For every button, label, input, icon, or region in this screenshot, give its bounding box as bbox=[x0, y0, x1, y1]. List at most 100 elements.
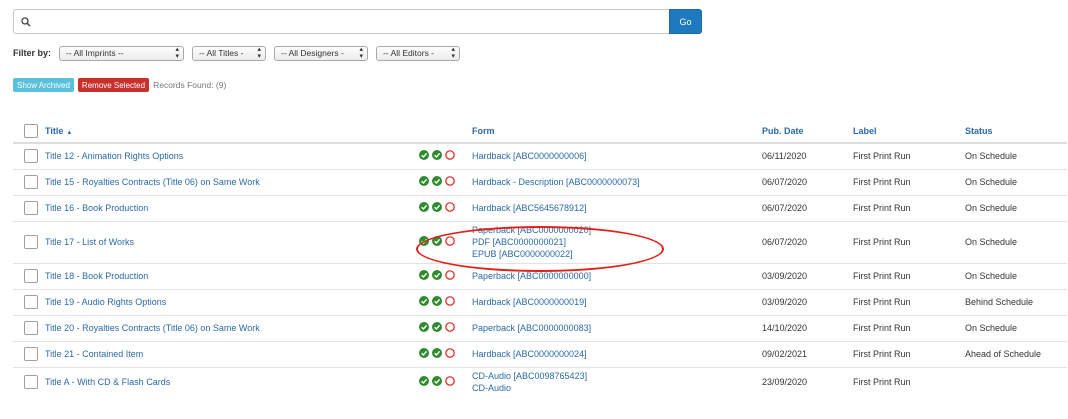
title-link[interactable]: Title 21 - Contained Item bbox=[45, 349, 143, 359]
check-circle-icon bbox=[432, 270, 442, 282]
table-header: Title ▲ Form Pub. Date Label Status bbox=[13, 119, 1067, 144]
form-link[interactable]: CD-Audio bbox=[472, 382, 762, 394]
row-checkbox[interactable] bbox=[24, 295, 38, 309]
remove-selected-button[interactable]: Remove Selected bbox=[77, 78, 150, 92]
check-circle-icon bbox=[432, 176, 442, 188]
row-select-cell bbox=[13, 366, 45, 397]
row-select-cell bbox=[13, 314, 45, 341]
editors-select[interactable]: -- All Editors - ▴ ▾ bbox=[376, 45, 461, 61]
title-header[interactable]: Title ▲ bbox=[45, 119, 419, 144]
row-checkbox[interactable] bbox=[24, 347, 38, 361]
pub-date-cell: 06/11/2020 bbox=[762, 142, 853, 169]
form-link[interactable]: Paperback [ABC0000000000] bbox=[472, 270, 762, 282]
form-link[interactable]: Hardback [ABC0000000006] bbox=[472, 150, 762, 162]
title-link[interactable]: Title 18 - Book Production bbox=[45, 271, 148, 281]
filter-label: Filter by: bbox=[13, 48, 52, 58]
select-all-checkbox[interactable] bbox=[24, 123, 38, 138]
status-cell: On Schedule bbox=[965, 314, 1067, 341]
row-checkbox[interactable] bbox=[24, 175, 38, 189]
form-link[interactable]: Hardback [ABC0000000019] bbox=[472, 296, 762, 308]
row-checkbox[interactable] bbox=[24, 269, 38, 283]
row-checkbox[interactable] bbox=[24, 235, 38, 249]
title-link[interactable]: Title 16 - Book Production bbox=[45, 203, 148, 213]
form-cell: Paperback [ABC0000000020] PDF [ABC0000000… bbox=[472, 220, 762, 263]
row-checkbox[interactable] bbox=[24, 375, 38, 390]
select-all-cell bbox=[13, 119, 45, 144]
search-bar: Go bbox=[13, 9, 702, 34]
empty-circle-icon bbox=[445, 322, 455, 334]
search-input[interactable] bbox=[38, 13, 658, 31]
check-circle-icon bbox=[432, 322, 442, 334]
table-row: Title 16 - Book Production Hardback [ABC5… bbox=[13, 194, 1067, 221]
label-cell: First Print Run bbox=[853, 340, 965, 367]
imprints-select[interactable]: -- All Imprints -- ▴ ▾ bbox=[59, 45, 185, 61]
check-circle-icon bbox=[419, 296, 429, 308]
form-link[interactable]: Paperback [ABC0000000083] bbox=[472, 322, 762, 334]
pub-date-cell: 09/02/2021 bbox=[762, 340, 853, 367]
form-header[interactable]: Form bbox=[472, 119, 762, 144]
form-link[interactable]: EPUB [ABC0000000022] bbox=[472, 248, 762, 260]
sort-ascending-icon: ▲ bbox=[66, 129, 73, 136]
pub-date-cell: 06/07/2020 bbox=[762, 220, 853, 263]
row-select-cell bbox=[13, 168, 45, 195]
label-cell: First Print Run bbox=[853, 194, 965, 221]
table-row: Title 19 - Audio Rights Options Hardback … bbox=[13, 288, 1067, 315]
check-circle-icon bbox=[432, 202, 442, 214]
show-archived-button[interactable]: Show Archived bbox=[13, 78, 74, 92]
pub-date-cell: 06/07/2020 bbox=[762, 168, 853, 195]
label-cell: First Print Run bbox=[853, 314, 965, 341]
row-checkbox[interactable] bbox=[24, 149, 38, 164]
form-link[interactable]: Hardback [ABC0000000024] bbox=[472, 348, 762, 360]
status-cell: On Schedule bbox=[965, 262, 1067, 289]
table-row: Title 20 - Royalties Contracts (Title 06… bbox=[13, 314, 1067, 341]
status-header[interactable]: Status bbox=[965, 119, 1067, 144]
form-link[interactable]: Hardback - Description [ABC0000000073] bbox=[472, 176, 762, 188]
check-circle-icon bbox=[432, 150, 442, 162]
form-link[interactable]: CD-Audio [ABC0098765423] bbox=[472, 370, 762, 382]
label-cell: First Print Run bbox=[853, 366, 965, 397]
table-row: Title 18 - Book Production Paperback [ABC… bbox=[13, 262, 1067, 289]
title-link[interactable]: Title 17 - List of Works bbox=[45, 237, 134, 247]
row-checkbox[interactable] bbox=[24, 321, 38, 335]
title-link[interactable]: Title A - With CD & Flash Cards bbox=[45, 377, 170, 387]
check-circle-icon bbox=[432, 376, 442, 388]
status-cell: On Schedule bbox=[965, 220, 1067, 263]
empty-circle-icon bbox=[445, 270, 455, 282]
go-button[interactable]: Go bbox=[669, 9, 702, 34]
designers-select[interactable]: -- All Designers - ▴ ▾ bbox=[274, 45, 369, 61]
status-cell: On Schedule bbox=[965, 194, 1067, 221]
table-row: Title A - With CD & Flash Cards CD-Audio … bbox=[13, 366, 1067, 397]
status-cell bbox=[965, 366, 1067, 397]
empty-circle-icon bbox=[445, 296, 455, 308]
title-link[interactable]: Title 19 - Audio Rights Options bbox=[45, 297, 166, 307]
pub-date-header[interactable]: Pub. Date bbox=[762, 119, 853, 144]
check-circle-icon bbox=[432, 236, 442, 248]
select-arrows-icon: ▴ ▾ bbox=[257, 46, 262, 60]
label-header[interactable]: Label bbox=[853, 119, 965, 144]
select-arrows-icon: ▴ ▾ bbox=[451, 46, 456, 60]
status-icons-cell bbox=[419, 194, 472, 221]
empty-circle-icon bbox=[445, 176, 455, 188]
check-circle-icon bbox=[419, 176, 429, 188]
form-link[interactable]: PDF [ABC0000000021] bbox=[472, 236, 762, 248]
empty-circle-icon bbox=[445, 348, 455, 360]
empty-circle-icon bbox=[445, 236, 455, 248]
form-link[interactable]: Hardback [ABC5645678912] bbox=[472, 202, 762, 214]
row-checkbox[interactable] bbox=[24, 201, 38, 215]
title-link[interactable]: Title 15 - Royalties Contracts (Title 06… bbox=[45, 177, 260, 187]
title-link[interactable]: Title 12 - Animation Rights Options bbox=[45, 151, 183, 161]
form-link[interactable]: Paperback [ABC0000000020] bbox=[472, 224, 762, 236]
title-cell: Title 18 - Book Production bbox=[45, 262, 419, 289]
title-cell: Title 17 - List of Works bbox=[45, 220, 419, 263]
pub-date-cell: 03/09/2020 bbox=[762, 288, 853, 315]
titles-select[interactable]: -- All Titles - ▴ ▾ bbox=[192, 45, 267, 61]
status-cell: On Schedule bbox=[965, 168, 1067, 195]
table-row: Title 12 - Animation Rights Options Hardb… bbox=[13, 142, 1067, 169]
select-arrows-icon: ▴ ▾ bbox=[359, 46, 364, 60]
form-cell: Hardback [ABC0000000006] bbox=[472, 142, 762, 169]
title-link[interactable]: Title 20 - Royalties Contracts (Title 06… bbox=[45, 323, 260, 333]
records-found: Records Found: (9) bbox=[153, 80, 227, 90]
pub-date-cell: 06/07/2020 bbox=[762, 194, 853, 221]
title-cell: Title 12 - Animation Rights Options bbox=[45, 142, 419, 169]
title-cell: Title 19 - Audio Rights Options bbox=[45, 288, 419, 315]
